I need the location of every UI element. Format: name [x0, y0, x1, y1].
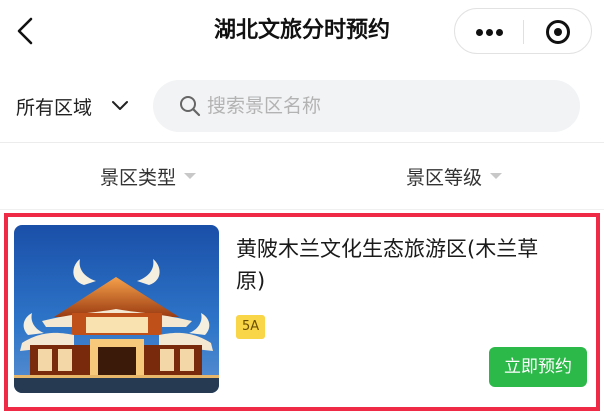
- scenic-type-filter[interactable]: 景区类型: [100, 159, 197, 193]
- list-divider: [0, 209, 604, 210]
- scenic-level-label: 景区等级: [406, 166, 483, 189]
- region-dropdown-label: 所有区域: [16, 96, 93, 119]
- ellipsis-icon-dot: [486, 29, 493, 36]
- filter-bar: 所有区域: [0, 78, 604, 134]
- close-mini-program-button[interactable]: [524, 9, 592, 55]
- caret-down-icon: [490, 173, 503, 179]
- scenic-spot-name: 黄陂木兰文化生态旅游区(木兰草原): [236, 237, 539, 293]
- search-box[interactable]: [153, 80, 580, 132]
- region-dropdown[interactable]: 所有区域: [16, 90, 130, 122]
- ellipsis-icon: [476, 29, 483, 36]
- book-now-button[interactable]: 立即预约: [489, 347, 587, 387]
- scenic-spot-thumbnail: [14, 225, 219, 393]
- scenic-level-filter[interactable]: 景区等级: [406, 159, 503, 193]
- scenic-level-badge: 5A: [236, 315, 266, 339]
- caret-down-icon: [184, 173, 197, 179]
- ellipsis-icon-dot: [496, 29, 503, 36]
- scenic-gate-photo: [14, 225, 219, 393]
- scenic-type-label: 景区类型: [100, 166, 177, 189]
- search-input[interactable]: [207, 90, 547, 122]
- sort-bar: 景区类型 景区等级: [0, 143, 604, 209]
- chevron-down-icon: [112, 101, 129, 110]
- scenic-spot-card[interactable]: 黄陂木兰文化生态旅游区(木兰草原) 5A 立即预约: [4, 213, 600, 411]
- more-options-button[interactable]: [455, 9, 523, 55]
- target-circle-icon: [546, 20, 570, 44]
- top-nav-bar: 湖北文旅分时预约: [0, 0, 604, 62]
- mini-program-capsule: [454, 8, 592, 54]
- search-icon: [180, 96, 201, 117]
